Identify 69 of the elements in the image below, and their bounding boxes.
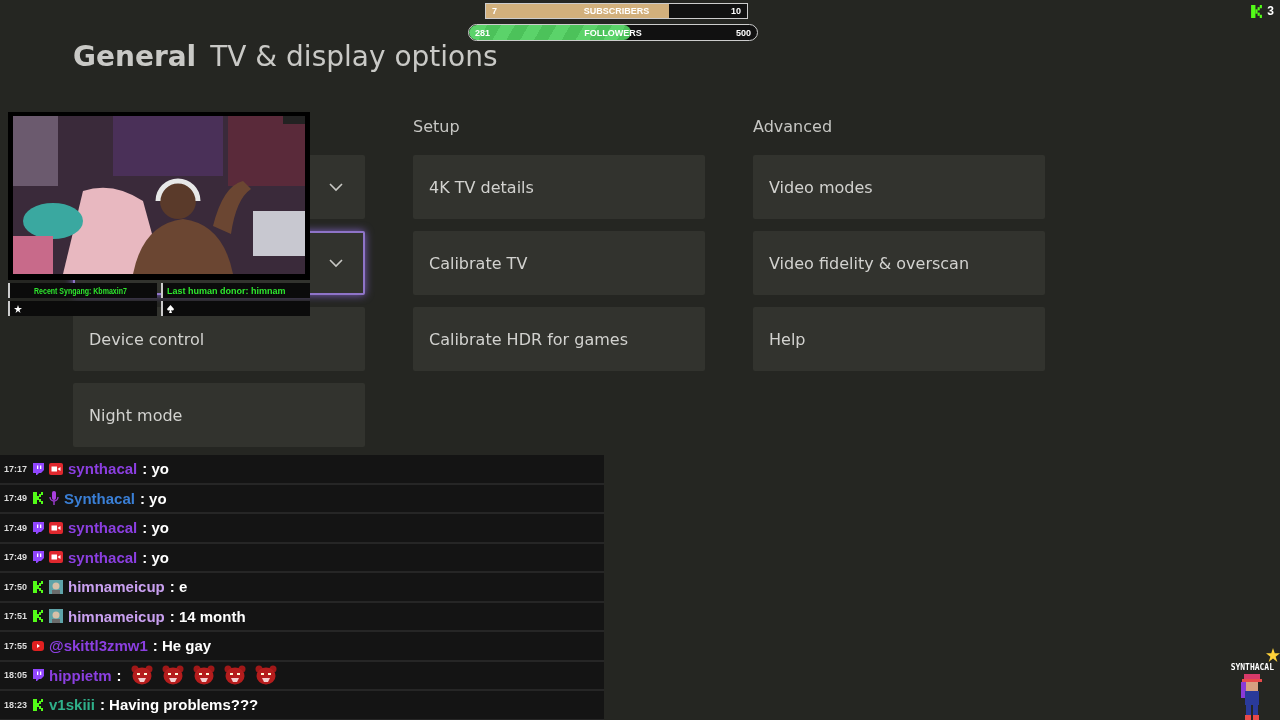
message-time: 17:49 [4, 522, 28, 533]
kick-logo-icon [32, 698, 45, 711]
bear-emote-icon [130, 665, 153, 686]
twitch-logo-icon [32, 669, 45, 682]
kick-logo-icon [32, 492, 45, 505]
chevron-icon [329, 182, 343, 192]
message-time: 17:50 [4, 581, 28, 592]
chat-username: v1skiii [49, 696, 95, 714]
chat-username: synthacal [68, 519, 138, 537]
youtube-logo-icon [32, 640, 45, 651]
chat-username: himnameicup [68, 607, 165, 625]
message-text: : yo [142, 519, 169, 537]
message-text: : yo [139, 489, 167, 507]
bear-emote-icon [254, 665, 277, 686]
star-icon [14, 304, 22, 313]
subscribers-goal-bar: 7 SUBSCRIBERS 10 [485, 3, 748, 19]
bear-emote-icon [161, 665, 184, 686]
mascot-name: SYNTHACAL [1230, 663, 1274, 672]
message-text: : He gay [152, 637, 212, 655]
twitch-logo-icon [32, 521, 45, 534]
kick-logo-icon [32, 610, 45, 623]
twitch-logo-icon [32, 551, 45, 564]
message-text: : Having problems??? [99, 696, 259, 714]
spade-icon [167, 304, 174, 313]
chat-username: @skittl3zmw1 [49, 637, 148, 655]
message-time: 17:55 [4, 640, 28, 651]
message-text: : 14 month [169, 607, 246, 625]
kick-logo-icon [1250, 4, 1264, 18]
settings-tile[interactable]: Night mode [73, 383, 365, 447]
chat-username: Synthacal [64, 489, 135, 507]
camera-icon [49, 462, 64, 475]
page-subtitle: TV & display options [210, 40, 498, 73]
settings-tile[interactable]: Calibrate TV [413, 231, 705, 295]
message-time: 17:49 [4, 552, 28, 563]
avatar-icon [49, 609, 64, 624]
kick-logo-icon [32, 580, 45, 593]
message-time: 18:05 [4, 670, 28, 681]
camera-icon [49, 551, 64, 564]
chat-username: hippietm [49, 666, 112, 684]
camera-icon [49, 521, 64, 534]
message-time: 18:23 [4, 699, 28, 710]
settings-tile[interactable]: Video modes [753, 155, 1045, 219]
avatar-icon [49, 579, 64, 594]
chevron-icon [329, 258, 343, 268]
message-time: 17:51 [4, 611, 28, 622]
message-text: : [116, 666, 122, 684]
message-text: : yo [142, 460, 169, 478]
ticker-text: Last human donor: himnam [167, 285, 286, 296]
page-title: General [73, 40, 197, 73]
settings-tile[interactable]: Video fidelity & overscan [753, 231, 1045, 295]
ticker-text: Recent Syngang: Kbmaxin7 [34, 285, 127, 296]
settings-tile[interactable]: Help [753, 307, 1045, 371]
microphone-icon [49, 491, 60, 506]
settings-tile[interactable]: Calibrate HDR for games [413, 307, 705, 371]
chat-username: synthacal [68, 460, 138, 478]
section-heading: Advanced [753, 117, 834, 137]
twitch-logo-icon [32, 462, 45, 475]
message-text: : e [169, 578, 188, 596]
section-heading: Setup [413, 117, 461, 137]
viewer-count: 3 [1267, 4, 1274, 18]
message-time: 17:49 [4, 493, 28, 504]
bear-emote-icon [223, 665, 246, 686]
message-text: : yo [142, 548, 169, 566]
message-time: 17:17 [4, 463, 28, 474]
bear-emote-icon [192, 665, 215, 686]
chat-username: himnameicup [68, 578, 165, 596]
settings-tile[interactable]: 4K TV details [413, 155, 705, 219]
chat-username: synthacal [68, 548, 138, 566]
star-icon [1266, 648, 1280, 662]
